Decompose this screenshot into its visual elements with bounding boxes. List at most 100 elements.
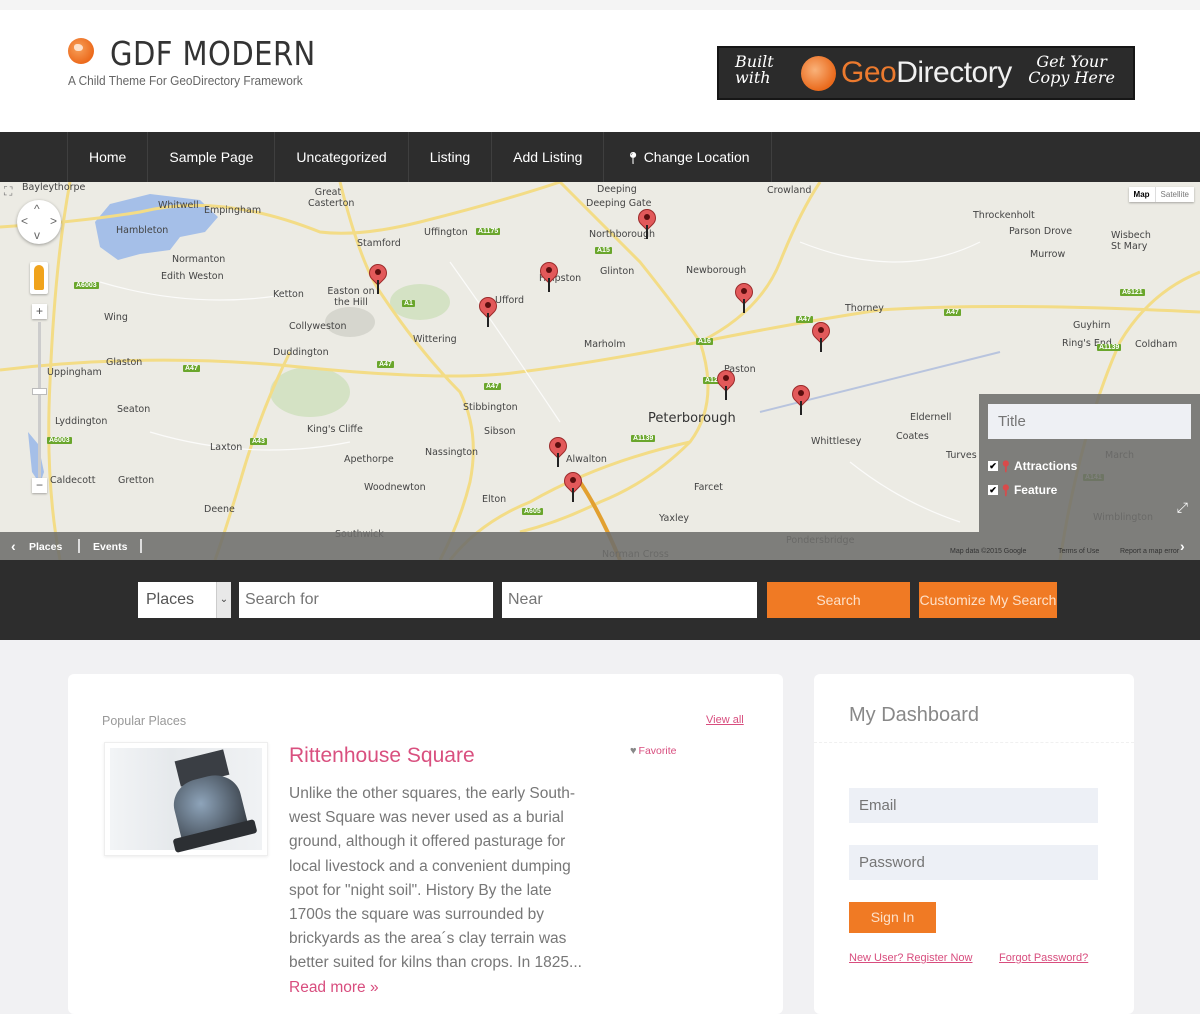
category-attractions[interactable]: ✔ 📍︎ Attractions [988, 459, 1077, 473]
map-marker[interactable] [731, 279, 757, 313]
nav-item-listing[interactable]: Listing [409, 132, 493, 182]
search-button[interactable]: Search [767, 582, 910, 618]
brand-geo: Geo [841, 56, 897, 89]
map-bottom-bar: ‹ Places Events Map data ©2015 Google Te… [0, 532, 1200, 560]
place-label: Coldham [1135, 339, 1178, 350]
category-label: Attractions [1013, 459, 1078, 473]
near-input[interactable] [502, 582, 757, 618]
category-feature[interactable]: ✔ 📍︎ Feature [988, 483, 1057, 497]
woodland [390, 284, 450, 320]
place-label: Thorney [845, 303, 884, 314]
map-marker[interactable] [560, 468, 586, 502]
place-label: Peterborough [648, 411, 736, 426]
place-label: Whittlesey [811, 436, 862, 447]
search-for-input[interactable] [239, 582, 493, 618]
brand-directory: Directory [896, 56, 1012, 89]
pan-left-icon[interactable]: < [21, 214, 28, 228]
chevron-left-icon[interactable]: ‹ [11, 538, 16, 554]
nav-label: Sample Page [169, 149, 254, 165]
main-nav: Home Sample Page Uncategorized Listing A… [0, 132, 1200, 182]
checkbox-checked-icon[interactable]: ✔ [988, 461, 998, 471]
report-error-link[interactable]: Report a map error [1120, 548, 1179, 555]
place-label: Coates [896, 431, 929, 442]
post-type-select[interactable]: Places ⌄ [138, 582, 231, 618]
chevron-down-icon: ⌄ [216, 582, 231, 618]
favorite-button[interactable]: ♥ Favorite [630, 745, 676, 757]
checkbox-checked-icon[interactable]: ✔ [988, 485, 998, 495]
sign-in-button[interactable]: Sign In [849, 902, 936, 933]
place-label: Newborough [686, 265, 747, 276]
listing-thumbnail[interactable] [104, 742, 268, 856]
place-label: Wing [104, 312, 128, 323]
place-label: Edith Weston [161, 271, 224, 282]
category-label: Feature [1013, 483, 1058, 497]
map-view[interactable]: Peterborough Stamford Great Casterton Uf… [0, 182, 1200, 560]
email-field[interactable] [849, 788, 1098, 823]
place-label: Gretton [118, 475, 155, 486]
map-marker[interactable] [634, 205, 660, 239]
road-shield: A47 [377, 361, 394, 368]
map-marker[interactable] [808, 318, 834, 352]
top-strip [0, 0, 1200, 10]
nav-item-uncategorized[interactable]: Uncategorized [275, 132, 409, 182]
tab-places[interactable]: Places [29, 541, 62, 553]
zoom-slider-track[interactable] [38, 322, 41, 492]
view-all-link[interactable]: View all [706, 714, 744, 726]
road-shield: A1139 [1097, 344, 1122, 351]
place-label: Marholm [584, 339, 626, 350]
place-label: Parson Drove [1009, 226, 1073, 237]
map-marker[interactable] [545, 433, 571, 467]
place-label: Empingham [204, 205, 262, 216]
nav-item-sample-page[interactable]: Sample Page [148, 132, 276, 182]
place-label: Wittering [413, 334, 457, 345]
fullscreen-icon[interactable]: ⛶ [4, 184, 22, 202]
terms-link[interactable]: Terms of Use [1058, 548, 1099, 555]
road-shield: A1139 [631, 435, 656, 442]
map-marker[interactable] [536, 258, 562, 292]
register-link[interactable]: New User? Register Now [849, 952, 972, 964]
pan-down-icon[interactable]: v [34, 228, 40, 242]
map-marker[interactable] [713, 366, 739, 400]
listing-title-link[interactable]: Rittenhouse Square [289, 744, 475, 768]
customize-search-button[interactable]: Customize My Search [919, 582, 1057, 618]
place-label: Turves [946, 450, 977, 461]
banner-brand: GeoDirectory [841, 56, 1012, 90]
nav-item-add-listing[interactable]: Add Listing [492, 132, 605, 182]
place-label: Lyddington [55, 416, 108, 427]
map-marker[interactable] [788, 381, 814, 415]
nav-item-home[interactable]: Home [68, 132, 149, 182]
place-label: Yaxley [659, 513, 690, 524]
nav-label: Add Listing [513, 149, 583, 165]
map-type-map[interactable]: Map [1128, 187, 1156, 202]
dashboard-widget: My Dashboard Sign In New User? Register … [814, 674, 1134, 1014]
site-title: GDF MODERN [110, 34, 316, 73]
select-value: Places [146, 591, 195, 608]
title-search-input[interactable] [988, 404, 1191, 439]
chevron-right-icon[interactable]: › [1180, 538, 1185, 554]
pan-control[interactable]: ^ < > v [17, 200, 61, 244]
banner-get-copy: Get Your Copy Here [1028, 54, 1115, 86]
password-field[interactable] [849, 845, 1098, 880]
tab-events[interactable]: Events [93, 541, 127, 553]
nav-label: Home [89, 149, 127, 165]
place-label: Deene [204, 504, 235, 515]
geodirectory-banner[interactable]: Built with GeoDirectory Get Your Copy He… [717, 46, 1135, 100]
place-label: Seaton [117, 404, 151, 415]
read-more-link[interactable]: Read more » [289, 979, 379, 996]
place-label: Wisbech St Mary [1111, 230, 1151, 252]
map-marker[interactable] [365, 260, 391, 294]
pan-up-icon[interactable]: ^ [34, 202, 40, 216]
place-label: Great Casterton [308, 187, 355, 209]
zoom-slider-thumb[interactable] [32, 388, 47, 395]
map-marker[interactable] [475, 293, 501, 327]
street-view-pegman-icon[interactable] [30, 262, 48, 294]
pan-right-icon[interactable]: > [50, 214, 57, 228]
nav-label: Uncategorized [296, 149, 387, 165]
road-shield: A47 [796, 316, 813, 323]
map-type-satellite[interactable]: Satellite [1155, 187, 1194, 202]
expand-map-icon[interactable]: ⤢ [1177, 499, 1188, 516]
nav-item-change-location[interactable]: 📍︎ Change Location [604, 132, 772, 182]
zoom-in-button[interactable]: + [32, 304, 47, 319]
zoom-out-button[interactable]: − [32, 478, 47, 493]
forgot-password-link[interactable]: Forgot Password? [999, 952, 1088, 964]
